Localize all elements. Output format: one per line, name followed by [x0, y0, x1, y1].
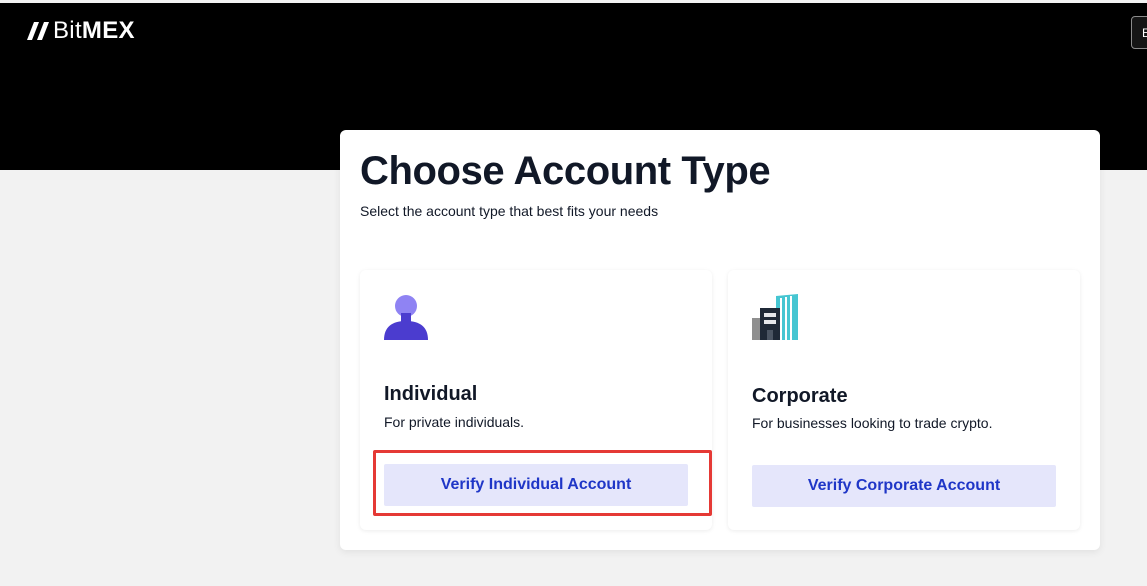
account-type-card: Choose Account Type Select the account t…: [340, 130, 1100, 550]
header-action-button[interactable]: E: [1131, 16, 1147, 49]
building-icon: [752, 294, 798, 340]
page-subtitle: Select the account type that best fits y…: [360, 203, 659, 219]
logo-text: BitMEX: [53, 19, 135, 43]
verify-corporate-account-button[interactable]: Verify Corporate Account: [752, 465, 1056, 507]
logo-text-bit: Bit: [53, 17, 82, 44]
person-icon: [384, 295, 428, 340]
individual-description: For private individuals.: [384, 414, 525, 430]
corporate-title: Corporate: [752, 385, 848, 407]
logo-text-mex: MEX: [81, 17, 135, 44]
individual-option-card: Individual For private individuals. Veri…: [360, 270, 712, 530]
bitmex-logo[interactable]: BitMEX: [26, 19, 135, 43]
verify-individual-account-button[interactable]: Verify Individual Account: [384, 464, 688, 506]
bitmex-logo-icon: [27, 22, 49, 40]
corporate-option-card: Corporate For businesses looking to trad…: [728, 270, 1080, 530]
page: BitMEX E Choose Account Type Select the …: [0, 0, 1147, 586]
page-title: Choose Account Type: [360, 149, 771, 193]
corporate-description: For businesses looking to trade crypto.: [752, 415, 993, 431]
individual-title: Individual: [384, 383, 478, 405]
